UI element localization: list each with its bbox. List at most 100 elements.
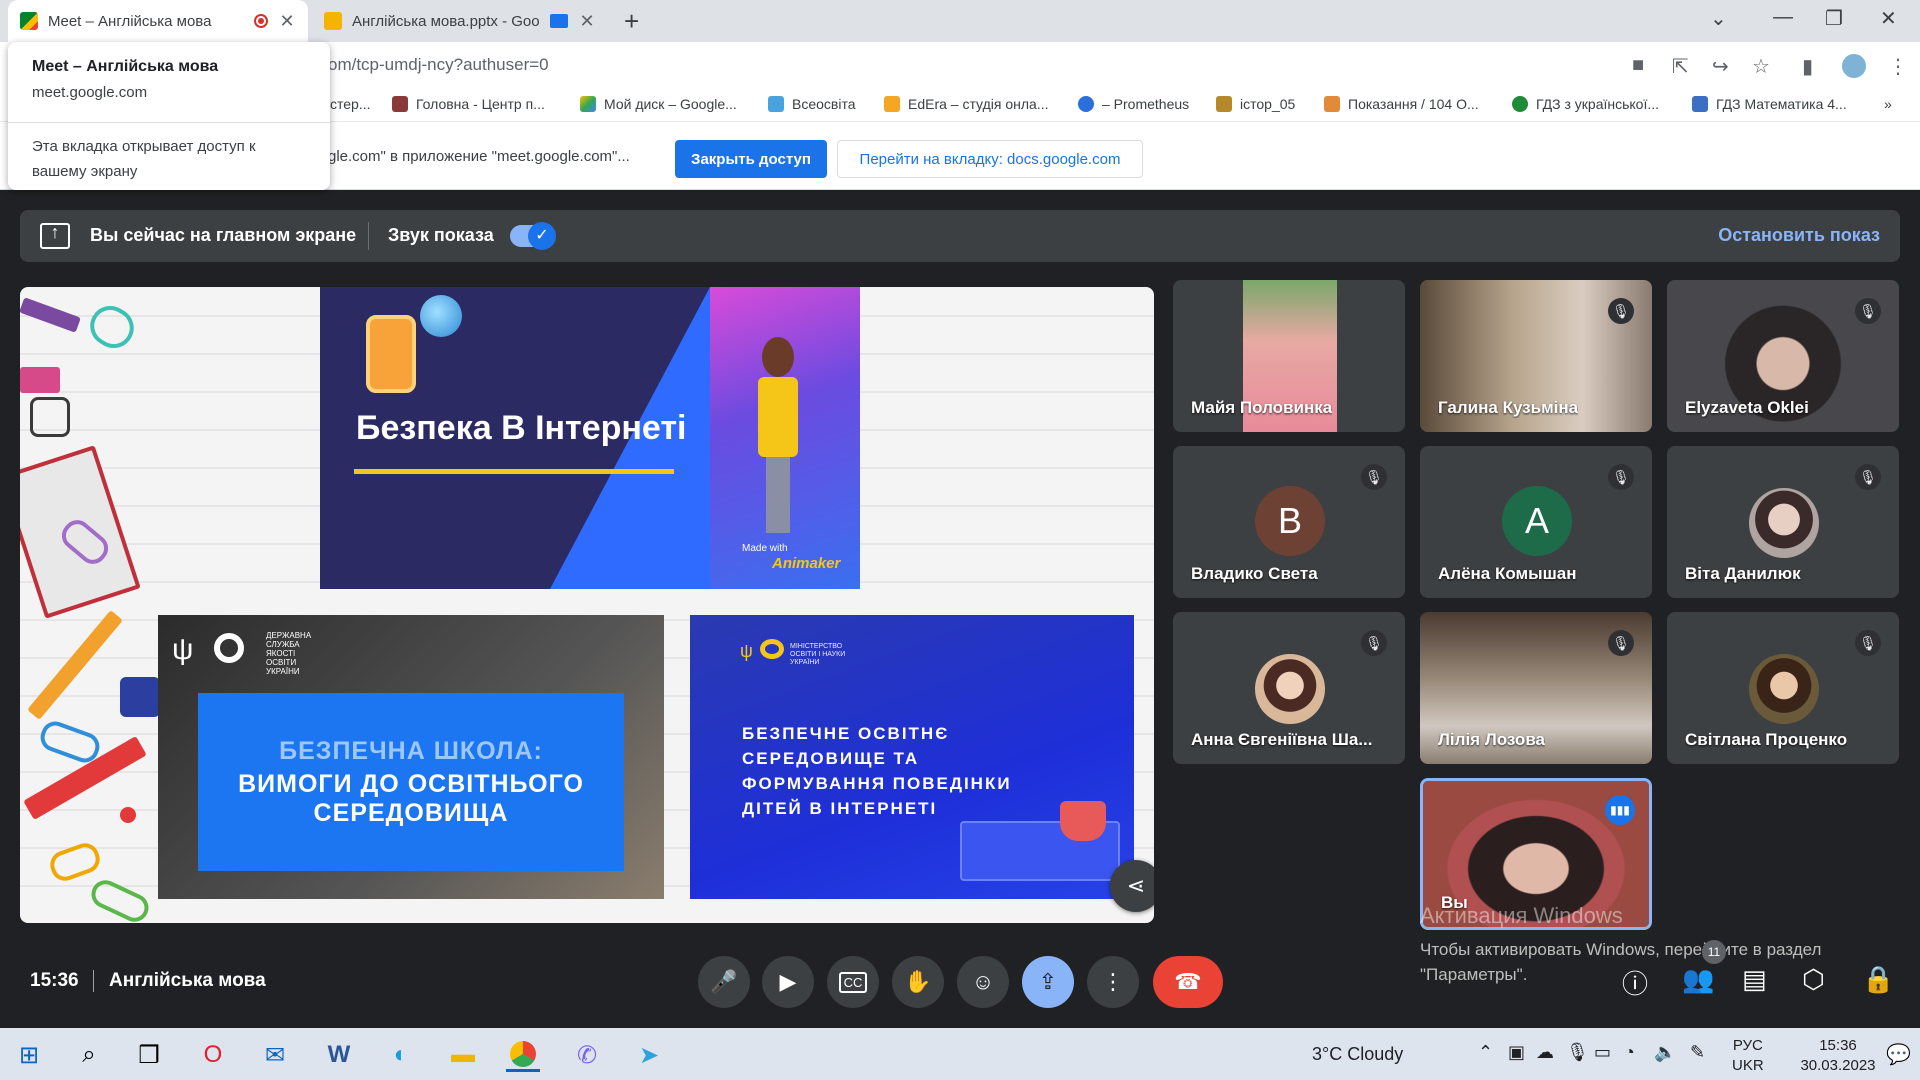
- presentation-audio-toggle[interactable]: ✓: [510, 222, 556, 250]
- microphone-tray-icon[interactable]: 🎙: [1566, 1042, 1589, 1063]
- open-external-icon[interactable]: ⇱: [1672, 54, 1689, 79]
- notifications-icon[interactable]: 💬: [1886, 1042, 1911, 1067]
- chrome-icon[interactable]: [506, 1038, 540, 1072]
- word-icon[interactable]: W: [322, 1038, 356, 1072]
- bookmark-item[interactable]: ГДЗ Математика 4...: [1692, 96, 1847, 112]
- onedrive-icon[interactable]: ☁: [1536, 1042, 1554, 1063]
- reactions-button[interactable]: ☺: [957, 956, 1009, 1008]
- bookmark-icon: [1216, 96, 1232, 112]
- school-safety-banner: БЕЗПЕЧНА ШКОЛА: ВИМОГИ ДО ОСВІТНЬОГО СЕР…: [198, 693, 624, 871]
- mic-off-icon: 🎙: [1608, 464, 1634, 490]
- presentation-stage: Безпека В Інтернеті Made with Animaker ψ…: [20, 287, 1154, 923]
- presenting-bar: Вы сейчас на главном экране Звук показа …: [20, 210, 1900, 262]
- stop-sharing-button[interactable]: Закрыть доступ: [675, 140, 827, 178]
- activities-icon[interactable]: ⬡: [1802, 964, 1825, 995]
- bookmark-item[interactable]: Всеосвіта: [768, 96, 856, 112]
- participant-tile[interactable]: 🎙 Віта Данилюк: [1667, 446, 1899, 598]
- host-controls-icon[interactable]: 🔒: [1862, 964, 1894, 995]
- bookmark-item[interactable]: EdEra – студія онла...: [884, 96, 1048, 112]
- prometheus-icon: [1078, 96, 1094, 112]
- captions-button[interactable]: CC: [827, 956, 879, 1008]
- hover-card-message: Эта вкладка открывает доступ к вашему эк…: [32, 138, 256, 180]
- bookmark-item[interactable]: Показання / 104 О...: [1324, 96, 1479, 112]
- search-icon[interactable]: ⌕: [72, 1038, 106, 1072]
- close-tab-icon[interactable]: ✕: [578, 11, 596, 32]
- url-field[interactable]: om/tcp-umdj-ncy?authuser=0: [328, 55, 549, 75]
- microphone-button[interactable]: 🎤: [698, 956, 750, 1008]
- bookmark-item[interactable]: – Prometheus: [1078, 96, 1189, 112]
- bookmark-item[interactable]: істор_05: [1216, 96, 1295, 112]
- participant-tile[interactable]: В 🎙 Владико Света: [1173, 446, 1405, 598]
- bookmark-item[interactable]: ГДЗ з української...: [1512, 96, 1659, 112]
- edge-icon[interactable]: ◐: [384, 1038, 418, 1072]
- participant-name: Світлана Проценко: [1685, 730, 1848, 749]
- menu-dots-icon[interactable]: ⋮: [1888, 54, 1908, 79]
- close-window-icon[interactable]: ✕: [1880, 6, 1897, 31]
- participant-tile[interactable]: 🎙 Анна Євгеніївна Ша...: [1173, 612, 1405, 764]
- bookmark-item[interactable]: Мой диск – Google...: [580, 96, 737, 112]
- presenting-icon: [550, 14, 568, 28]
- maximize-icon[interactable]: ❐: [1825, 6, 1843, 31]
- stop-presenting-button[interactable]: Остановить показ: [1718, 225, 1880, 246]
- participant-avatar: A: [1502, 486, 1572, 556]
- tray-app-icon[interactable]: ▣: [1508, 1042, 1525, 1063]
- switch-tab-button[interactable]: Перейти на вкладку: docs.google.com: [837, 140, 1143, 178]
- telegram-icon[interactable]: ➤: [632, 1038, 666, 1072]
- more-options-button[interactable]: ⋮: [1087, 956, 1139, 1008]
- input-language[interactable]: РУС UKR: [1732, 1036, 1764, 1076]
- file-explorer-icon[interactable]: ▬: [446, 1038, 480, 1072]
- close-tab-icon[interactable]: ✕: [278, 11, 296, 32]
- mail-icon[interactable]: ✉: [258, 1038, 292, 1072]
- task-view-icon[interactable]: ❒: [132, 1038, 166, 1072]
- meeting-info-icon[interactable]: ⓘ: [1622, 964, 1648, 1001]
- camera-icon[interactable]: ■: [1632, 54, 1644, 77]
- participant-tile[interactable]: 🎙 Світлана Проценко: [1667, 612, 1899, 764]
- tab-meet[interactable]: Meet – Англійська мова ✕: [8, 0, 308, 42]
- present-now-button[interactable]: ⇪: [1022, 956, 1074, 1008]
- viber-icon[interactable]: ✆: [570, 1038, 604, 1072]
- bookmark-item[interactable]: стер...: [330, 96, 371, 112]
- opera-icon[interactable]: O: [196, 1038, 230, 1072]
- mic-off-icon: 🎙: [1608, 298, 1634, 324]
- wifi-icon[interactable]: ◔: [1624, 1042, 1635, 1063]
- participant-tile[interactable]: 🎙 Лілія Лозова: [1420, 612, 1652, 764]
- windows-activation-title: Активация Windows: [1420, 903, 1623, 928]
- bookmark-star-icon[interactable]: ☆: [1752, 54, 1770, 79]
- participant-name: Галина Кузьміна: [1438, 398, 1579, 417]
- share-icon[interactable]: ↪: [1712, 54, 1729, 79]
- profile-avatar[interactable]: [1842, 54, 1866, 78]
- ministry-banner-text: БЕЗПЕЧНЕ ОСВІТНЄ СЕРЕДОВИЩЕ ТА ФОРМУВАНН…: [742, 724, 1012, 818]
- participant-tile[interactable]: A 🎙 Алёна Комышан: [1420, 446, 1652, 598]
- volume-icon[interactable]: 🔈: [1654, 1042, 1676, 1063]
- bookmark-item[interactable]: Головна - Центр п...: [392, 96, 545, 112]
- more-bookmarks-button[interactable]: »: [1884, 96, 1892, 112]
- tray-overflow-icon[interactable]: ⌃: [1478, 1042, 1493, 1063]
- people-icon[interactable]: 👥: [1682, 964, 1714, 995]
- system-clock[interactable]: 15:36 30.03.2023: [1793, 1036, 1883, 1076]
- mic-off-icon: 🎙: [1608, 630, 1634, 656]
- side-panel-icon[interactable]: ▮: [1802, 54, 1813, 79]
- tab-search-icon[interactable]: ⌄: [1710, 6, 1727, 31]
- present-screen-icon: [40, 222, 70, 249]
- new-tab-button[interactable]: +: [624, 6, 639, 37]
- participant-tile[interactable]: 🎙 Elyzaveta Oklei: [1667, 280, 1899, 432]
- leave-call-button[interactable]: ☎: [1153, 956, 1223, 1008]
- participant-name: Алёна Комышан: [1438, 564, 1577, 583]
- tab-slides[interactable]: Англійська мова.pptx - Goo ✕: [312, 0, 608, 42]
- minimize-icon[interactable]: —: [1773, 6, 1793, 29]
- microphone-icon: 🎤: [710, 969, 738, 994]
- participant-tile[interactable]: 🎙 Галина Кузьміна: [1420, 280, 1652, 432]
- edera-icon: [884, 96, 900, 112]
- chat-icon[interactable]: ▤: [1742, 964, 1767, 995]
- speaking-indicator-icon: ▮▮▮: [1605, 795, 1635, 825]
- participant-tile[interactable]: Майя Половинка: [1173, 280, 1405, 432]
- raise-hand-button[interactable]: ✋: [892, 956, 944, 1008]
- pen-icon[interactable]: ✎: [1690, 1042, 1705, 1063]
- weather-widget[interactable]: 3°C Cloudy: [1312, 1044, 1403, 1065]
- tab-title: Meet – Англійська мова: [48, 12, 212, 30]
- battery-icon[interactable]: ▭: [1594, 1042, 1611, 1063]
- share-presentation-button[interactable]: ⋖: [1110, 860, 1154, 912]
- participant-avatar: [1749, 488, 1819, 558]
- camera-button[interactable]: ▶: [762, 956, 814, 1008]
- windows-start-icon[interactable]: ⊞: [12, 1038, 46, 1072]
